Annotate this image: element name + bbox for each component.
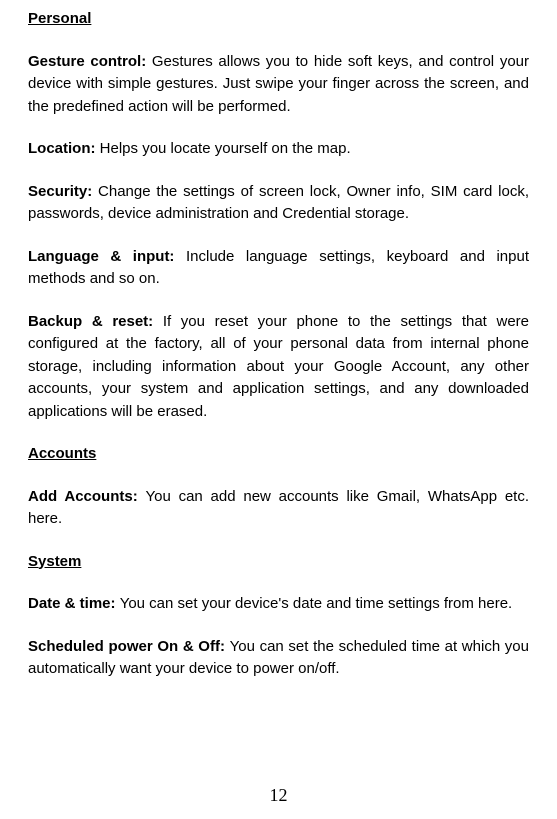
entry-scheduled-power: Scheduled power On & Off: You can set th…: [28, 636, 529, 681]
entry-language-input: Language & input: Include language setti…: [28, 246, 529, 291]
entry-label: Date & time:: [28, 595, 120, 612]
entry-label: Security:: [28, 183, 98, 200]
entry-location: Location: Helps you locate yourself on t…: [28, 138, 529, 161]
entry-date-time: Date & time: You can set your device's d…: [28, 593, 529, 616]
entry-add-accounts: Add Accounts: You can add new accounts l…: [28, 486, 529, 531]
entry-security: Security: Change the settings of screen …: [28, 181, 529, 226]
entry-text: Change the settings of screen lock, Owne…: [28, 183, 529, 223]
entry-backup-reset: Backup & reset: If you reset your phone …: [28, 311, 529, 424]
section-header-accounts: Accounts: [28, 443, 529, 466]
section-system: System Date & time: You can set your dev…: [28, 551, 529, 681]
entry-label: Backup & reset:: [28, 313, 163, 330]
entry-gesture-control: Gesture control: Gestures allows you to …: [28, 51, 529, 119]
entry-label: Language & input:: [28, 248, 186, 265]
entry-label: Location:: [28, 140, 100, 157]
entry-label: Add Accounts:: [28, 488, 146, 505]
entry-text: You can set your device's date and time …: [120, 595, 513, 612]
entry-label: Scheduled power On & Off:: [28, 638, 230, 655]
section-personal: Personal Gesture control: Gestures allow…: [28, 8, 529, 423]
page-number: 12: [0, 782, 557, 809]
section-header-system: System: [28, 551, 529, 574]
section-header-personal: Personal: [28, 8, 529, 31]
entry-label: Gesture control:: [28, 53, 152, 70]
section-accounts: Accounts Add Accounts: You can add new a…: [28, 443, 529, 531]
entry-text: Helps you locate yourself on the map.: [100, 140, 351, 157]
